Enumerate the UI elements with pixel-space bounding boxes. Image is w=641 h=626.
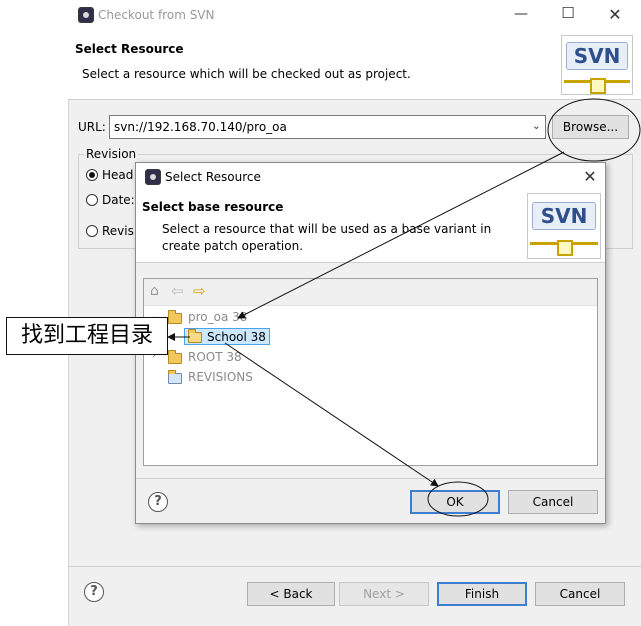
annotation-overlay: [167, 98, 641, 517]
arrow-browse-to-tree: [237, 151, 565, 319]
ok-highlight-ellipse: [427, 481, 489, 517]
browse-highlight-ellipse: [547, 98, 641, 162]
arrow-school-to-ok: [224, 342, 439, 487]
